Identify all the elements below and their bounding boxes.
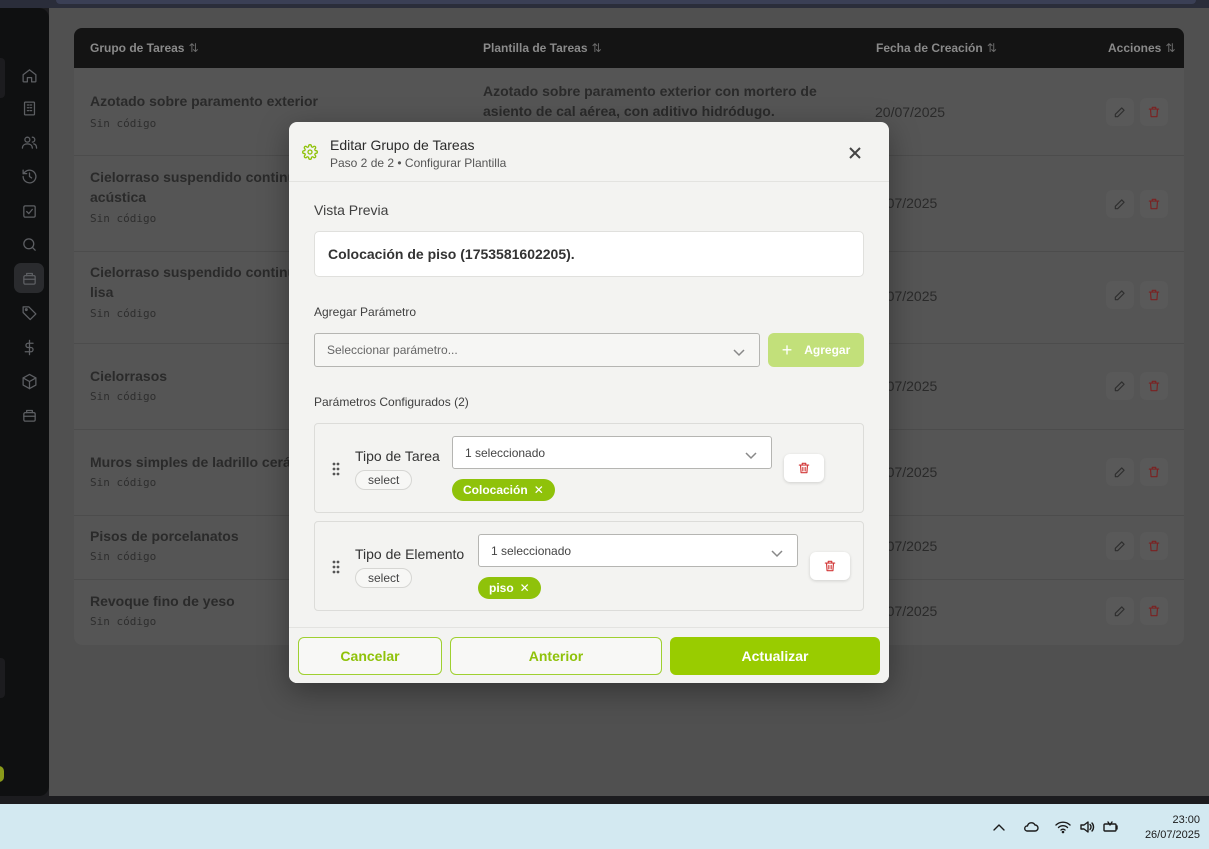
parameter-name: Tipo de Tarea — [355, 448, 440, 464]
row-name: Revoque fino de yeso — [90, 593, 235, 609]
selected-chip[interactable]: piso ✕ — [478, 577, 541, 599]
row-name: Cielorraso suspendido continuo lisa — [90, 264, 305, 300]
trash-icon[interactable] — [1140, 532, 1168, 560]
gear-icon — [302, 144, 318, 160]
edit-icon[interactable] — [1106, 532, 1134, 560]
chevron-down-icon — [771, 547, 783, 557]
trash-icon[interactable] — [1140, 281, 1168, 309]
cloud-icon[interactable] — [1022, 819, 1040, 835]
sidebar-tag-icon[interactable] — [14, 297, 44, 327]
trash-icon[interactable] — [1140, 190, 1168, 218]
sidebar-home-icon[interactable] — [14, 60, 44, 90]
sidebar-search-icon[interactable] — [14, 229, 44, 259]
trash-icon[interactable] — [1140, 458, 1168, 486]
row-name: Cielorrasos — [90, 368, 168, 384]
edit-icon[interactable] — [1106, 458, 1134, 486]
row-code: Sin código — [90, 615, 157, 628]
trash-icon[interactable] — [1140, 597, 1168, 625]
remove-chip-icon[interactable]: ✕ — [520, 581, 530, 595]
configured-parameters-label: Parámetros Configurados (2) — [314, 395, 469, 409]
parameter-select[interactable]: Seleccionar parámetro... — [314, 333, 760, 367]
previous-button[interactable]: Anterior — [450, 637, 662, 675]
header-plantilla-tareas[interactable]: Plantilla de Tareas ⇅ — [483, 41, 602, 55]
trash-icon — [798, 462, 810, 474]
modal-footer: Cancelar Anterior Actualizar — [289, 627, 889, 683]
modal-title: Editar Grupo de Tareas — [330, 137, 475, 153]
parameter-value-select[interactable]: 1 seleccionado — [452, 436, 772, 469]
row-name: Pisos de porcelanatos — [90, 528, 239, 544]
remove-chip-icon[interactable]: ✕ — [534, 483, 544, 497]
close-icon[interactable] — [845, 143, 865, 163]
update-button[interactable]: Actualizar — [670, 637, 880, 675]
parameter-select-placeholder: Seleccionar parámetro... — [327, 343, 458, 357]
row-code: Sin código — [90, 117, 157, 130]
cancel-button[interactable]: Cancelar — [298, 637, 442, 675]
row-template: Azotado sobre paramento exterior con mor… — [483, 83, 817, 119]
modal-subtitle: Paso 2 de 2 • Configurar Plantilla — [330, 156, 507, 170]
edit-task-group-modal: Editar Grupo de Tareas Paso 2 de 2 • Con… — [289, 122, 889, 683]
modal-header: Editar Grupo de Tareas Paso 2 de 2 • Con… — [289, 122, 889, 182]
system-clock[interactable]: 23:00 26/07/2025 — [1130, 813, 1200, 843]
header-grupo-tareas[interactable]: Grupo de Tareas ⇅ — [90, 41, 199, 55]
plus-icon: + — [781, 340, 793, 360]
selected-chip[interactable]: Colocación ✕ — [452, 479, 555, 501]
chevron-down-icon — [745, 449, 757, 459]
header-acciones[interactable]: Acciones ⇅ — [1108, 41, 1175, 55]
sidebar-briefcase-icon[interactable] — [14, 400, 44, 430]
edit-icon[interactable] — [1106, 281, 1134, 309]
table-header: Grupo de Tareas ⇅ Plantilla de Tareas ⇅ Fe… — [74, 28, 1184, 68]
wifi-icon[interactable] — [1054, 819, 1072, 835]
row-name: Cielorraso suspendido continuo acústica — [90, 169, 305, 205]
row-code: Sin código — [90, 550, 157, 563]
sidebar-building-icon[interactable] — [14, 93, 44, 123]
parameter-card: Tipo de Tarea select 1 seleccionado Colo… — [314, 423, 864, 513]
trash-icon — [824, 560, 836, 572]
drag-handle-icon[interactable] — [332, 462, 340, 476]
parameter-card: Tipo de Elemento select 1 seleccionado p… — [314, 521, 864, 611]
row-code: Sin código — [90, 390, 157, 403]
add-parameter-label: Agregar Parámetro — [314, 305, 417, 319]
parameter-type-badge: select — [355, 568, 413, 588]
sidebar-cube-icon[interactable] — [14, 366, 44, 396]
row-date: 20/07/2025 — [875, 104, 946, 120]
parameter-name: Tipo de Elemento — [355, 546, 465, 562]
chevron-up-icon[interactable] — [990, 819, 1008, 835]
drag-handle-icon[interactable] — [332, 560, 340, 574]
chevron-down-icon — [733, 346, 745, 357]
battery-icon[interactable] — [1102, 819, 1120, 835]
edit-icon[interactable] — [1106, 190, 1134, 218]
delete-parameter-button[interactable] — [784, 454, 824, 482]
edit-icon[interactable] — [1106, 372, 1134, 400]
trash-icon[interactable] — [1140, 372, 1168, 400]
edit-icon[interactable] — [1106, 597, 1134, 625]
sidebar-package-icon[interactable] — [14, 263, 44, 293]
parameter-value-select[interactable]: 1 seleccionado — [478, 534, 798, 567]
delete-parameter-button[interactable] — [810, 552, 850, 580]
row-code: Sin código — [90, 476, 157, 489]
status-dot — [0, 766, 4, 782]
sidebar-history-icon[interactable] — [14, 161, 44, 191]
preview-box: Colocación de piso (1753581602205). — [314, 231, 864, 277]
parameter-type-badge: select — [355, 470, 413, 490]
sidebar — [0, 8, 49, 796]
sidebar-users-icon[interactable] — [14, 127, 44, 157]
trash-icon[interactable] — [1140, 98, 1168, 126]
row-name: Muros simples de ladrillo cerám — [90, 454, 304, 470]
row-name: Azotado sobre paramento exterior — [90, 93, 318, 109]
add-parameter-button[interactable]: + Agregar — [768, 333, 864, 367]
browser-top-strip — [0, 0, 1209, 8]
edit-icon[interactable] — [1106, 98, 1134, 126]
preview-label: Vista Previa — [314, 202, 389, 218]
sidebar-checkbox-icon[interactable] — [14, 196, 44, 226]
row-code: Sin código — [90, 212, 157, 225]
taskbar: 23:00 26/07/2025 — [0, 804, 1209, 849]
header-fecha-creacion[interactable]: Fecha de Creación ⇅ — [876, 41, 997, 55]
volume-icon[interactable] — [1078, 819, 1096, 835]
sidebar-dollar-icon[interactable] — [14, 332, 44, 362]
row-code: Sin código — [90, 307, 157, 320]
